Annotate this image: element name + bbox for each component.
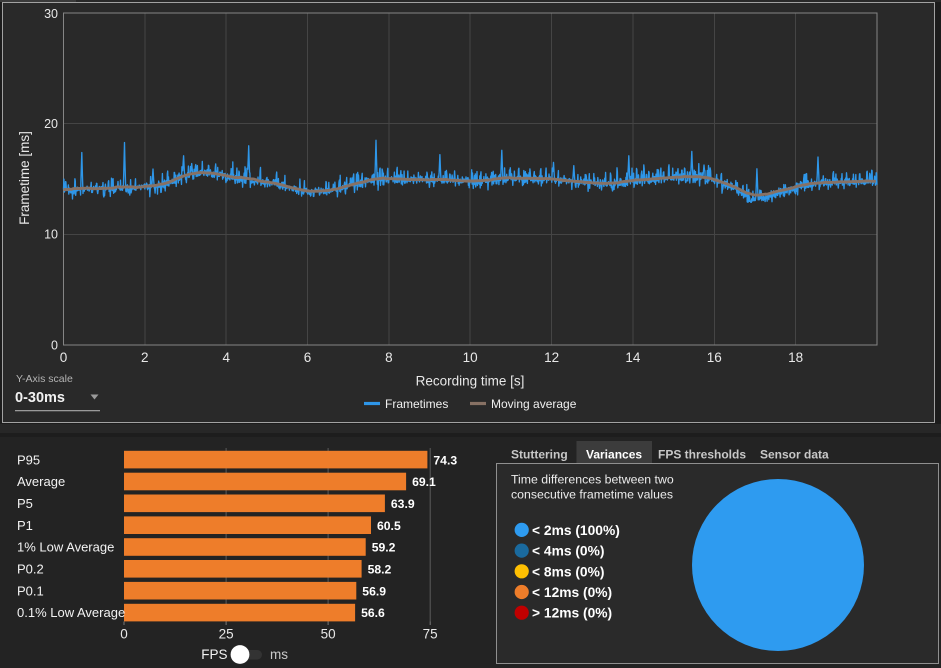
svg-text:P95: P95 — [17, 452, 40, 467]
svg-text:Sensor data: Sensor data — [760, 448, 829, 462]
svg-text:16: 16 — [707, 350, 722, 365]
svg-text:FPS thresholds: FPS thresholds — [658, 448, 746, 462]
svg-text:69.1: 69.1 — [412, 475, 436, 489]
svg-text:Y-Axis scale: Y-Axis scale — [16, 373, 73, 385]
svg-text:60.5: 60.5 — [377, 519, 401, 533]
svg-text:0: 0 — [60, 350, 68, 365]
svg-text:0.1% Low Average: 0.1% Low Average — [17, 605, 125, 620]
svg-text:Time differences between two: Time differences between two — [511, 473, 674, 487]
svg-text:20: 20 — [44, 117, 58, 131]
svg-text:74.3: 74.3 — [433, 453, 457, 467]
svg-text:10: 10 — [44, 228, 58, 242]
svg-text:Stuttering: Stuttering — [511, 448, 568, 462]
svg-text:< 8ms (0%): < 8ms (0%) — [532, 564, 604, 579]
svg-text:1% Low Average: 1% Low Average — [17, 540, 114, 555]
svg-text:30: 30 — [44, 7, 58, 21]
svg-text:Moving average: Moving average — [491, 397, 577, 411]
svg-text:Recording time [s]: Recording time [s] — [416, 374, 525, 389]
svg-text:> 12ms (0%): > 12ms (0%) — [532, 606, 612, 621]
svg-text:Variances: Variances — [586, 448, 642, 462]
svg-text:Frametimes: Frametimes — [385, 397, 448, 411]
svg-text:consecutive frametime values: consecutive frametime values — [511, 488, 673, 502]
svg-text:25: 25 — [219, 627, 234, 642]
svg-text:P5: P5 — [17, 496, 33, 511]
svg-text:P0.2: P0.2 — [17, 562, 44, 577]
svg-text:Average: Average — [17, 474, 65, 489]
svg-text:10: 10 — [463, 350, 478, 365]
svg-text:18: 18 — [788, 350, 803, 365]
svg-text:ms: ms — [270, 647, 288, 662]
svg-text:< 4ms (0%): < 4ms (0%) — [532, 544, 604, 559]
svg-text:4: 4 — [222, 350, 230, 365]
svg-text:Frametime [ms]: Frametime [ms] — [17, 131, 32, 225]
svg-text:58.2: 58.2 — [368, 563, 392, 577]
svg-text:< 2ms (100%): < 2ms (100%) — [532, 523, 620, 538]
svg-text:59.2: 59.2 — [372, 541, 396, 555]
svg-text:0: 0 — [120, 627, 128, 642]
svg-text:14: 14 — [625, 350, 641, 365]
svg-text:2: 2 — [141, 350, 149, 365]
svg-text:P0.1: P0.1 — [17, 583, 44, 598]
svg-text:< 12ms (0%): < 12ms (0%) — [532, 585, 612, 600]
svg-text:63.9: 63.9 — [391, 497, 415, 511]
svg-text:0: 0 — [51, 338, 58, 352]
svg-text:56.9: 56.9 — [362, 584, 386, 598]
svg-text:FPS: FPS — [201, 647, 227, 662]
svg-text:8: 8 — [385, 350, 393, 365]
svg-text:12: 12 — [544, 350, 559, 365]
svg-text:50: 50 — [321, 627, 336, 642]
svg-text:75: 75 — [423, 627, 438, 642]
svg-text:6: 6 — [304, 350, 312, 365]
svg-text:0-30ms: 0-30ms — [15, 390, 65, 406]
svg-text:P1: P1 — [17, 518, 33, 533]
svg-text:56.6: 56.6 — [361, 606, 385, 620]
